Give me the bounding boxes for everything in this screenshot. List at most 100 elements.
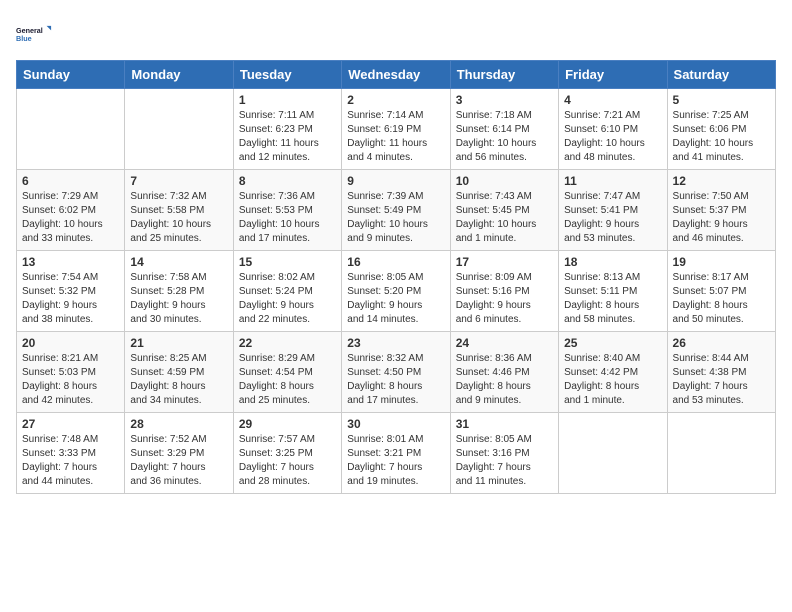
calendar-day-cell: 25 Sunrise: 8:40 AM Sunset: 4:42 PM Dayli… bbox=[559, 332, 667, 413]
day-number: 3 bbox=[456, 93, 553, 107]
calendar-day-cell: 2 Sunrise: 7:14 AM Sunset: 6:19 PM Daylig… bbox=[342, 89, 450, 170]
calendar-day-cell: 9 Sunrise: 7:39 AM Sunset: 5:49 PM Daylig… bbox=[342, 170, 450, 251]
day-of-week-header: Sunday bbox=[17, 61, 125, 89]
day-info: Sunrise: 8:05 AM Sunset: 5:20 PM Dayligh… bbox=[347, 271, 444, 327]
day-number: 18 bbox=[564, 255, 661, 269]
day-number: 25 bbox=[564, 336, 661, 350]
day-info: Sunrise: 7:58 AM Sunset: 5:28 PM Dayligh… bbox=[130, 271, 227, 327]
logo: General Blue bbox=[16, 16, 52, 52]
calendar-day-cell: 15 Sunrise: 8:02 AM Sunset: 5:24 PM Dayli… bbox=[233, 251, 341, 332]
day-info: Sunrise: 8:36 AM Sunset: 4:46 PM Dayligh… bbox=[456, 352, 553, 408]
calendar-day-cell: 7Sunrise: 7:32 AM Sunset: 5:58 PM Daylig… bbox=[125, 170, 233, 251]
day-number: 29 bbox=[239, 417, 336, 431]
day-of-week-header: Friday bbox=[559, 61, 667, 89]
calendar-day-cell: 18 Sunrise: 8:13 AM Sunset: 5:11 PM Dayli… bbox=[559, 251, 667, 332]
day-info: Sunrise: 8:32 AM Sunset: 4:50 PM Dayligh… bbox=[347, 352, 444, 408]
calendar-day-cell: 1Sunrise: 7:11 AM Sunset: 6:23 PM Daylig… bbox=[233, 89, 341, 170]
calendar-week-row: 27 Sunrise: 7:48 AM Sunset: 3:33 PM Dayli… bbox=[17, 413, 776, 494]
day-number: 2 bbox=[347, 93, 444, 107]
day-info: Sunrise: 8:44 AM Sunset: 4:38 PM Dayligh… bbox=[673, 352, 770, 408]
day-of-week-header: Tuesday bbox=[233, 61, 341, 89]
day-number: 22 bbox=[239, 336, 336, 350]
day-number: 6 bbox=[22, 174, 119, 188]
day-number: 23 bbox=[347, 336, 444, 350]
day-of-week-header: Wednesday bbox=[342, 61, 450, 89]
calendar-week-row: 13Sunrise: 7:54 AM Sunset: 5:32 PM Dayli… bbox=[17, 251, 776, 332]
day-info: Sunrise: 7:43 AM Sunset: 5:45 PM Dayligh… bbox=[456, 190, 553, 246]
day-info: Sunrise: 8:40 AM Sunset: 4:42 PM Dayligh… bbox=[564, 352, 661, 408]
calendar-week-row: 20Sunrise: 8:21 AM Sunset: 5:03 PM Dayli… bbox=[17, 332, 776, 413]
calendar-day-cell bbox=[667, 413, 775, 494]
calendar-day-cell: 30 Sunrise: 8:01 AM Sunset: 3:21 PM Dayli… bbox=[342, 413, 450, 494]
day-info: Sunrise: 7:36 AM Sunset: 5:53 PM Dayligh… bbox=[239, 190, 336, 246]
calendar-week-row: 1Sunrise: 7:11 AM Sunset: 6:23 PM Daylig… bbox=[17, 89, 776, 170]
day-number: 30 bbox=[347, 417, 444, 431]
day-info: Sunrise: 7:47 AM Sunset: 5:41 PM Dayligh… bbox=[564, 190, 661, 246]
day-number: 21 bbox=[130, 336, 227, 350]
calendar-day-cell: 6 Sunrise: 7:29 AM Sunset: 6:02 PM Daylig… bbox=[17, 170, 125, 251]
day-number: 8 bbox=[239, 174, 336, 188]
day-number: 28 bbox=[130, 417, 227, 431]
day-info: Sunrise: 7:50 AM Sunset: 5:37 PM Dayligh… bbox=[673, 190, 770, 246]
svg-text:Blue: Blue bbox=[16, 34, 32, 43]
day-info: Sunrise: 8:01 AM Sunset: 3:21 PM Dayligh… bbox=[347, 433, 444, 489]
calendar-day-cell: 5 Sunrise: 7:25 AM Sunset: 6:06 PM Daylig… bbox=[667, 89, 775, 170]
calendar-day-cell bbox=[17, 89, 125, 170]
day-info: Sunrise: 7:14 AM Sunset: 6:19 PM Dayligh… bbox=[347, 109, 444, 165]
calendar-day-cell: 20Sunrise: 8:21 AM Sunset: 5:03 PM Dayli… bbox=[17, 332, 125, 413]
day-info: Sunrise: 7:32 AM Sunset: 5:58 PM Dayligh… bbox=[130, 190, 227, 246]
day-info: Sunrise: 8:05 AM Sunset: 3:16 PM Dayligh… bbox=[456, 433, 553, 489]
calendar-day-cell: 28 Sunrise: 7:52 AM Sunset: 3:29 PM Dayli… bbox=[125, 413, 233, 494]
day-info: Sunrise: 8:13 AM Sunset: 5:11 PM Dayligh… bbox=[564, 271, 661, 327]
calendar-day-cell bbox=[559, 413, 667, 494]
day-number: 10 bbox=[456, 174, 553, 188]
day-number: 19 bbox=[673, 255, 770, 269]
calendar-day-cell: 4Sunrise: 7:21 AM Sunset: 6:10 PM Daylig… bbox=[559, 89, 667, 170]
day-info: Sunrise: 8:02 AM Sunset: 5:24 PM Dayligh… bbox=[239, 271, 336, 327]
day-number: 26 bbox=[673, 336, 770, 350]
logo-svg: General Blue bbox=[16, 16, 52, 52]
day-info: Sunrise: 8:17 AM Sunset: 5:07 PM Dayligh… bbox=[673, 271, 770, 327]
calendar-day-cell: 26 Sunrise: 8:44 AM Sunset: 4:38 PM Dayli… bbox=[667, 332, 775, 413]
day-info: Sunrise: 7:29 AM Sunset: 6:02 PM Dayligh… bbox=[22, 190, 119, 246]
day-number: 12 bbox=[673, 174, 770, 188]
day-info: Sunrise: 7:39 AM Sunset: 5:49 PM Dayligh… bbox=[347, 190, 444, 246]
calendar-day-cell bbox=[125, 89, 233, 170]
day-info: Sunrise: 7:25 AM Sunset: 6:06 PM Dayligh… bbox=[673, 109, 770, 165]
svg-text:General: General bbox=[16, 26, 43, 35]
day-number: 15 bbox=[239, 255, 336, 269]
calendar-table: SundayMondayTuesdayWednesdayThursdayFrid… bbox=[16, 60, 776, 494]
day-number: 13 bbox=[22, 255, 119, 269]
calendar-header-row: SundayMondayTuesdayWednesdayThursdayFrid… bbox=[17, 61, 776, 89]
calendar-day-cell: 10 Sunrise: 7:43 AM Sunset: 5:45 PM Dayli… bbox=[450, 170, 558, 251]
day-info: Sunrise: 7:57 AM Sunset: 3:25 PM Dayligh… bbox=[239, 433, 336, 489]
day-info: Sunrise: 7:18 AM Sunset: 6:14 PM Dayligh… bbox=[456, 109, 553, 165]
day-number: 5 bbox=[673, 93, 770, 107]
day-info: Sunrise: 7:11 AM Sunset: 6:23 PM Dayligh… bbox=[239, 109, 336, 165]
calendar-day-cell: 22Sunrise: 8:29 AM Sunset: 4:54 PM Dayli… bbox=[233, 332, 341, 413]
calendar-day-cell: 19 Sunrise: 8:17 AM Sunset: 5:07 PM Dayli… bbox=[667, 251, 775, 332]
day-info: Sunrise: 8:09 AM Sunset: 5:16 PM Dayligh… bbox=[456, 271, 553, 327]
calendar-day-cell: 11 Sunrise: 7:47 AM Sunset: 5:41 PM Dayli… bbox=[559, 170, 667, 251]
day-number: 4 bbox=[564, 93, 661, 107]
day-info: Sunrise: 7:48 AM Sunset: 3:33 PM Dayligh… bbox=[22, 433, 119, 489]
day-info: Sunrise: 7:52 AM Sunset: 3:29 PM Dayligh… bbox=[130, 433, 227, 489]
calendar-day-cell: 14Sunrise: 7:58 AM Sunset: 5:28 PM Dayli… bbox=[125, 251, 233, 332]
day-info: Sunrise: 8:25 AM Sunset: 4:59 PM Dayligh… bbox=[130, 352, 227, 408]
day-of-week-header: Saturday bbox=[667, 61, 775, 89]
calendar-day-cell: 21 Sunrise: 8:25 AM Sunset: 4:59 PM Dayli… bbox=[125, 332, 233, 413]
day-number: 31 bbox=[456, 417, 553, 431]
calendar-week-row: 6 Sunrise: 7:29 AM Sunset: 6:02 PM Daylig… bbox=[17, 170, 776, 251]
day-number: 24 bbox=[456, 336, 553, 350]
calendar-day-cell: 8 Sunrise: 7:36 AM Sunset: 5:53 PM Daylig… bbox=[233, 170, 341, 251]
day-number: 9 bbox=[347, 174, 444, 188]
calendar-day-cell: 31 Sunrise: 8:05 AM Sunset: 3:16 PM Dayli… bbox=[450, 413, 558, 494]
day-number: 20 bbox=[22, 336, 119, 350]
day-number: 11 bbox=[564, 174, 661, 188]
calendar-day-cell: 29 Sunrise: 7:57 AM Sunset: 3:25 PM Dayli… bbox=[233, 413, 341, 494]
calendar-day-cell: 13Sunrise: 7:54 AM Sunset: 5:32 PM Dayli… bbox=[17, 251, 125, 332]
day-number: 27 bbox=[22, 417, 119, 431]
calendar-day-cell: 23 Sunrise: 8:32 AM Sunset: 4:50 PM Dayli… bbox=[342, 332, 450, 413]
page-header: General Blue bbox=[16, 16, 776, 52]
day-of-week-header: Monday bbox=[125, 61, 233, 89]
